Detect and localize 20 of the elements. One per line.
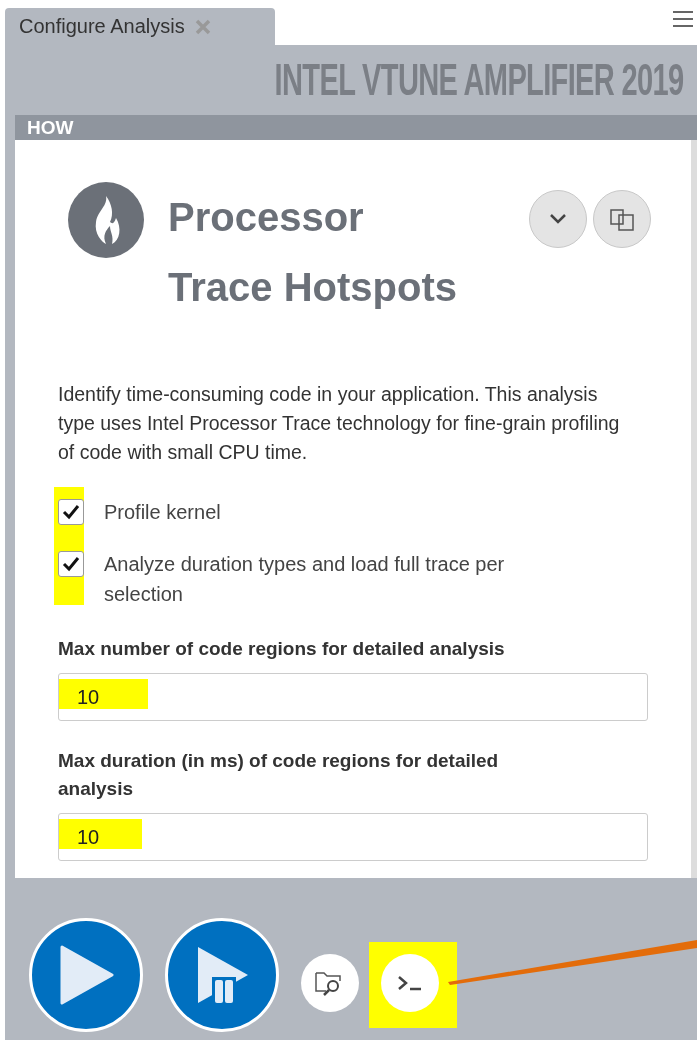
field-label: Max duration (in ms) of code regions for detailed analysis [58,749,500,801]
play-icon [58,945,114,1005]
analysis-title: Processor Trace Hotspots [58,182,458,322]
check-icon [62,504,80,520]
menu-icon[interactable] [673,10,693,28]
section-header: HOW [15,115,697,140]
checkbox[interactable] [58,551,84,577]
chevron-down-icon [549,213,567,225]
analysis-description: Identify time-consuming code in your application. This analysis type uses Intel Processor Trace technology for fine-grain profiling of code with small CPU time. [58,382,621,465]
checkbox[interactable] [58,499,84,525]
number-field[interactable]: 10 [58,673,648,721]
option-label: Analyze duration types and load full trace per selection [104,552,506,607]
field-label: Max number of code regions for detailed analysis [58,637,506,661]
number-field[interactable]: 10 [58,813,648,861]
check-icon [62,556,80,572]
flame-icon [68,182,144,258]
terminal-icon [397,975,423,991]
option-label: Profile kernel [104,500,222,525]
product-name: INTEL VTUNE AMPLIFIER 2019 [274,55,683,105]
configure-analysis-tab[interactable]: Configure Analysis [5,8,275,45]
